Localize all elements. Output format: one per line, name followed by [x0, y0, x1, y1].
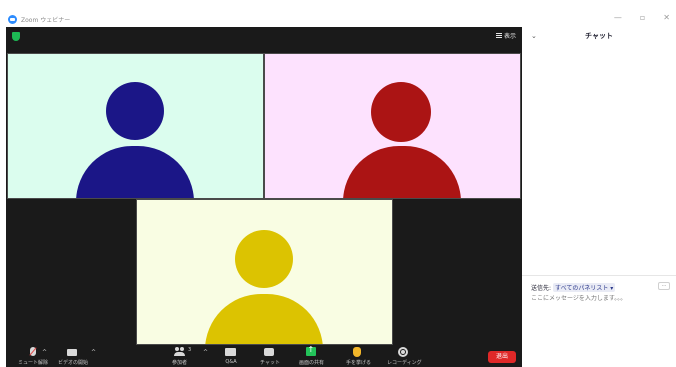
share-screen-button[interactable]: 画面の共有: [299, 345, 324, 366]
meeting-toolbar: ミュート解除 ^ ビデオの開始 ^ 参加者 3 ^ Q&A チャット ↑ 画面の…: [6, 345, 522, 367]
participants-button[interactable]: 参加者: [172, 347, 187, 366]
chat-icon: [263, 348, 274, 356]
raise-hand-icon: [352, 347, 361, 357]
avatar-body: [76, 146, 194, 198]
participant-tile[interactable]: [7, 53, 264, 199]
meeting-area: 表示 ミュート解除 ^ ビデオの開始 ^ 参加者 3 ^ Q&A チャット ↑ …: [6, 27, 522, 367]
participant-tile[interactable]: [264, 53, 521, 199]
chat-button[interactable]: チャット: [260, 347, 280, 366]
maximize-button[interactable]: ▫: [640, 13, 645, 23]
share-screen-icon: [305, 345, 316, 356]
chat-title: チャット: [585, 32, 613, 40]
mic-muted-icon: [30, 347, 36, 356]
raise-hand-button[interactable]: 手を挙げる: [346, 347, 371, 366]
avatar-head: [235, 230, 293, 288]
more-options-button[interactable]: …: [658, 282, 670, 290]
record-icon: [398, 347, 409, 357]
recipient-label: 送信先:: [531, 285, 552, 292]
avatar-body: [205, 294, 323, 344]
avatar-head: [371, 82, 431, 142]
recipient-select[interactable]: すべてのパネリスト ▾: [553, 283, 616, 292]
leave-button[interactable]: 退出: [488, 351, 516, 363]
security-shield-icon[interactable]: [12, 32, 20, 41]
audio-options-chevron-icon[interactable]: ^: [42, 349, 47, 356]
participants-icon: [173, 347, 186, 356]
participants-options-chevron-icon[interactable]: ^: [203, 349, 208, 356]
avatar-body: [343, 146, 461, 198]
video-options-chevron-icon[interactable]: ^: [91, 349, 96, 356]
divider: [522, 275, 676, 276]
participants-count: 3: [188, 347, 192, 353]
zoom-webinar-window: Zoom ウェビナー — ▫ ✕ 表示 ミュート解除 ^ ビデオの開始 ^ 参加…: [0, 0, 676, 367]
close-button[interactable]: ✕: [663, 13, 670, 23]
view-label: 表示: [503, 33, 516, 40]
window-controls: — ▫ ✕: [614, 13, 670, 23]
avatar-head: [106, 82, 164, 140]
video-button[interactable]: ビデオの開始: [58, 347, 88, 366]
chat-message-input[interactable]: [531, 295, 666, 302]
view-button[interactable]: 表示: [495, 31, 516, 40]
recipient-row: 送信先: すべてのパネリスト ▾: [531, 283, 616, 292]
title-bar: Zoom ウェビナー — ▫ ✕: [5, 9, 676, 29]
minimize-button[interactable]: —: [614, 13, 622, 23]
participant-tile[interactable]: [136, 199, 393, 345]
camera-icon: [67, 349, 77, 356]
chat-panel: ⌄ チャット 送信先: すべてのパネリスト ▾ …: [522, 27, 676, 367]
zoom-logo-icon: [8, 14, 17, 24]
window-title: Zoom ウェビナー: [21, 16, 71, 24]
grid-view-icon: [495, 32, 502, 39]
record-button[interactable]: レコーディング: [387, 347, 422, 366]
qa-button[interactable]: Q&A: [225, 347, 237, 365]
poll-icon: [225, 348, 236, 356]
